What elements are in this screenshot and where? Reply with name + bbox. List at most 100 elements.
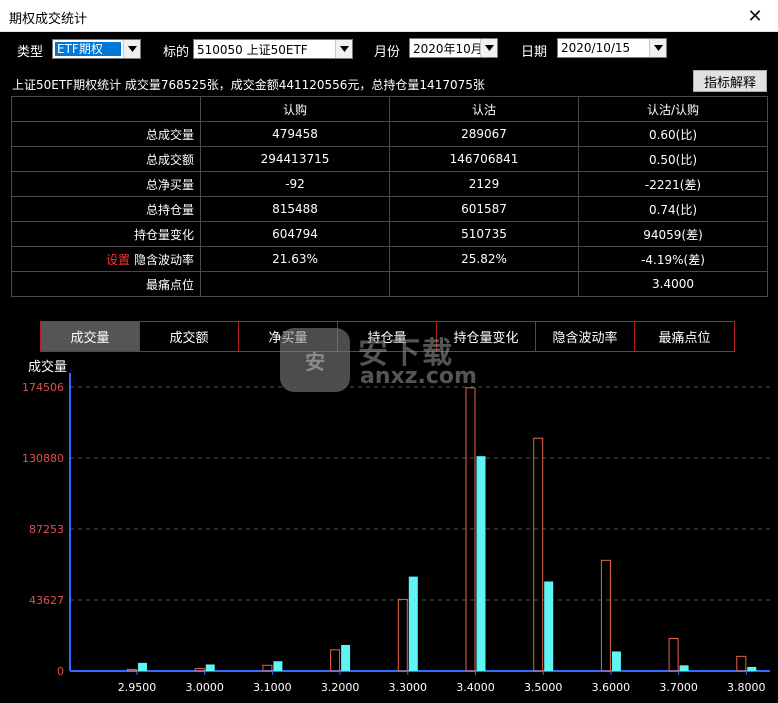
stats-table: 认购 认沽 认沽/认购 总成交量 479458 289067 0.60(比) 总… [11, 96, 768, 297]
chevron-down-icon[interactable] [123, 40, 140, 58]
month-select[interactable]: 2020年10月 [409, 38, 498, 58]
put-volume-bar [679, 665, 689, 671]
put-cell: 601587 [389, 196, 579, 222]
table-row: 总净买量 -92 2129 -2221(差) [11, 171, 768, 197]
y-tick-label: 174506 [22, 381, 64, 394]
y-tick-label: 130880 [22, 452, 64, 465]
table-header-ratio: 认沽/认购 [578, 96, 768, 122]
table-header-row: 认购 认沽 认沽/认购 [11, 96, 768, 122]
date-picker[interactable]: 2020/10/15 [557, 38, 667, 58]
x-tick-label: 3.3000 [389, 681, 428, 694]
x-tick-label: 3.5000 [524, 681, 563, 694]
call-volume-bar [600, 559, 611, 672]
underlying-label: 标的 [163, 45, 190, 60]
call-cell: 21.63% [200, 246, 390, 272]
put-cell: 146706841 [389, 146, 579, 172]
table-header-call: 认购 [200, 96, 390, 122]
summary-text: 上证50ETF期权统计 成交量768525张，成交金额441120556元，总持… [12, 78, 485, 92]
put-volume-bar [747, 666, 757, 671]
underlying-select-value: 510050 上证50ETF [197, 42, 308, 57]
volume-bar-chart: 0 43627 87253 130880 174506 2.9500 3.0000 3.100… [22, 373, 770, 694]
call-volume-bar [194, 668, 205, 672]
ratio-cell: -2221(差) [578, 171, 768, 197]
chevron-down-icon[interactable] [335, 40, 352, 58]
x-tick-label: 3.4000 [456, 681, 495, 694]
table-row: 最痛点位 3.4000 [11, 271, 768, 297]
call-volume-bar [736, 655, 747, 672]
put-volume-bar [273, 661, 283, 671]
iv-setting-link[interactable]: 设置 [106, 253, 130, 267]
put-volume-bar [341, 644, 351, 671]
row-label: 总成交量 [11, 121, 201, 147]
table-row: 设置 隐含波动率 21.63% 25.82% -4.19%(差) [11, 246, 768, 272]
ratio-cell: 0.50(比) [578, 146, 768, 172]
type-label: 类型 [17, 45, 44, 60]
put-cell: 289067 [389, 121, 579, 147]
month-select-value: 2020年10月 [413, 41, 480, 56]
tab-net-buy[interactable]: 净买量 [239, 322, 338, 351]
close-icon[interactable]: ✕ [732, 0, 778, 32]
table-row: 总持仓量 815488 601587 0.74(比) [11, 196, 768, 222]
tab-max-pain[interactable]: 最痛点位 [635, 322, 734, 351]
put-volume-bar [476, 456, 486, 671]
call-cell: 479458 [200, 121, 390, 147]
y-tick-label: 0 [57, 665, 64, 678]
type-select-value: ETF期权 [55, 42, 121, 56]
call-volume-bar [397, 598, 408, 672]
row-label: 总净买量 [11, 171, 201, 197]
call-cell [200, 271, 390, 297]
put-volume-bar [544, 581, 554, 671]
month-label: 月份 [374, 45, 401, 60]
row-label: 持仓量变化 [11, 221, 201, 247]
ratio-cell: 94059(差) [578, 221, 768, 247]
date-picker-value: 2020/10/15 [561, 41, 631, 55]
x-tick-label: 3.1000 [253, 681, 292, 694]
ratio-cell: -4.19%(差) [578, 246, 768, 272]
tab-volume[interactable]: 成交量 [41, 322, 140, 351]
row-label: 最痛点位 [11, 271, 201, 297]
table-header-put: 认沽 [389, 96, 579, 122]
ratio-cell: 0.60(比) [578, 121, 768, 147]
call-cell: 815488 [200, 196, 390, 222]
tab-turnover[interactable]: 成交额 [140, 322, 239, 351]
chevron-down-icon[interactable] [480, 39, 497, 57]
put-volume-bar [138, 662, 147, 671]
x-tick-label: 3.0000 [185, 681, 224, 694]
y-tick-label: 43627 [29, 594, 64, 607]
call-volume-bar [533, 437, 544, 672]
x-tick-label: 3.8000 [727, 681, 766, 694]
row-label: 设置 隐含波动率 [11, 246, 201, 272]
row-label: 总持仓量 [11, 196, 201, 222]
underlying-select[interactable]: 510050 上证50ETF [193, 39, 353, 59]
call-volume-bar [330, 649, 341, 672]
ratio-cell: 0.74(比) [578, 196, 768, 222]
window-client: 类型 ETF期权 标的 510050 上证50ETF 月份 2020年10月 日… [0, 32, 778, 703]
window-title: 期权成交统计 [9, 12, 88, 27]
call-cell: -92 [200, 171, 390, 197]
table-row: 总成交额 294413715 146706841 0.50(比) [11, 146, 768, 172]
y-tick-label: 87253 [29, 523, 64, 536]
call-cell: 294413715 [200, 146, 390, 172]
explain-button[interactable]: 指标解释 [693, 70, 767, 92]
tab-oi-change[interactable]: 持仓量变化 [437, 322, 536, 351]
x-tick-label: 3.6000 [592, 681, 631, 694]
table-row: 持仓量变化 604794 510735 94059(差) [11, 221, 768, 247]
ratio-cell: 3.4000 [578, 271, 768, 297]
chevron-down-icon[interactable] [649, 39, 666, 57]
x-tick-label: 2.9500 [118, 681, 157, 694]
row-label-text: 隐含波动率 [133, 252, 194, 267]
tab-implied-vol[interactable]: 隐含波动率 [536, 322, 635, 351]
put-cell: 2129 [389, 171, 579, 197]
type-select[interactable]: ETF期权 [52, 39, 141, 59]
put-cell [389, 271, 579, 297]
put-volume-bar [205, 664, 215, 671]
put-cell: 25.82% [389, 246, 579, 272]
x-tick-label: 3.7000 [659, 681, 698, 694]
put-volume-bar [408, 576, 418, 671]
table-header-cell [11, 96, 201, 122]
table-row: 总成交量 479458 289067 0.60(比) [11, 121, 768, 147]
date-label: 日期 [521, 45, 548, 60]
call-volume-bar [668, 637, 679, 672]
put-cell: 510735 [389, 221, 579, 247]
tab-open-interest[interactable]: 持仓量 [338, 322, 437, 351]
